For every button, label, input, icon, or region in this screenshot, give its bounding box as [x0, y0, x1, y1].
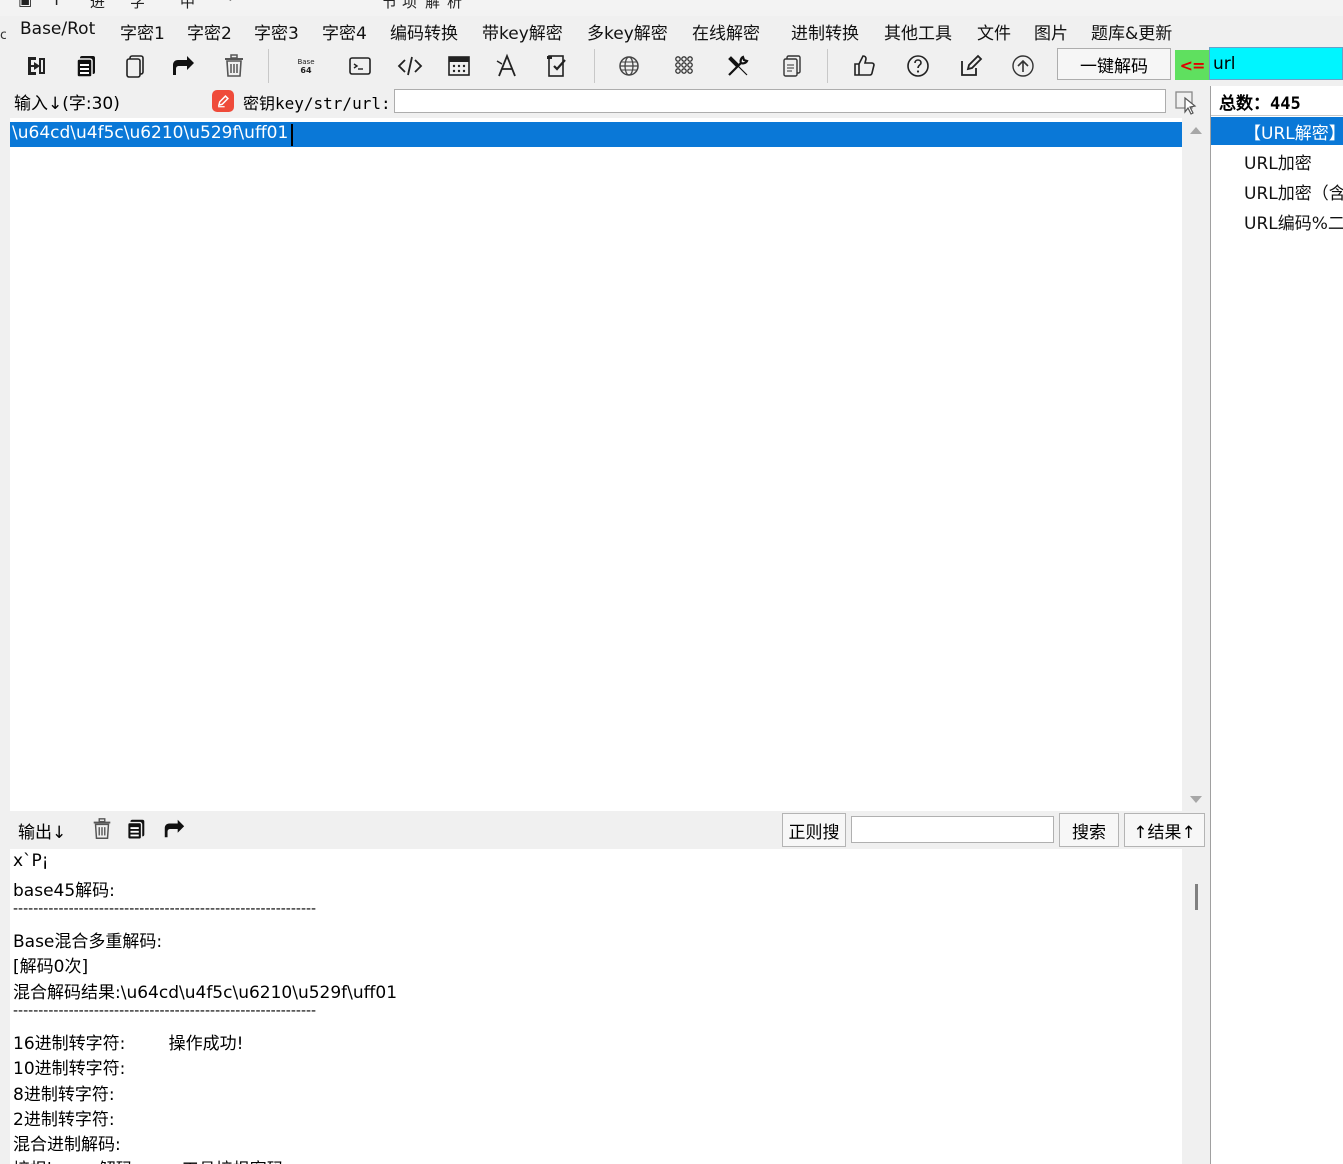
thumbs-up-icon[interactable] [849, 51, 879, 81]
one-click-decode-button[interactable]: 一键解码 [1057, 48, 1171, 80]
output-line: 培根bacon解码: 工具培根密码 [13, 1155, 284, 1164]
font-icon[interactable] [492, 51, 522, 81]
menu-cipher3[interactable]: 字密3 [254, 19, 299, 44]
menu-encoding[interactable]: 编码转换 [390, 19, 458, 44]
list-item-url-decrypt[interactable]: 【URL解密】 [1244, 119, 1343, 144]
output-line: Base混合多重解码: [13, 932, 163, 952]
output-line: x`P¡ [13, 851, 49, 871]
window-title-fragment: · [228, 0, 233, 9]
input-textarea[interactable] [10, 118, 1182, 811]
output-line: 混合解码结果:\u64cd\u4f5c\u6210\u529f\uff01 [13, 983, 398, 1003]
pointer-select-icon[interactable] [1174, 88, 1200, 116]
menu-file[interactable]: 文件 [977, 19, 1011, 44]
menu-online-decrypt[interactable]: 在线解密 [692, 19, 760, 44]
svg-text:64: 64 [300, 66, 312, 75]
key-label: 密钥key/str/url: [243, 94, 391, 113]
output-textarea[interactable]: x`P¡ base45解码: -------------------------… [10, 849, 1182, 1164]
key-icon[interactable] [212, 90, 234, 112]
output-line: base45解码: [13, 881, 115, 901]
scroll-down-arrow-icon[interactable] [1190, 796, 1202, 803]
globe-icon[interactable] [614, 51, 644, 81]
app-logo-icon: ▣ [18, 0, 33, 9]
output-divider: ----------------------------------------… [13, 1003, 317, 1019]
input-scrollbar[interactable] [1182, 118, 1210, 811]
menu-bar: Base/Rot 字密1 字密2 字密3 字密4 编码转换 带key解密 多ke… [12, 16, 1212, 46]
edit-icon[interactable] [956, 51, 986, 81]
calculator-icon[interactable] [444, 51, 474, 81]
method-list-panel: 总数：445 【URL解密】 URL加密 URL加密（含 URL编码%二 [1210, 86, 1343, 1164]
window-title-fragment: 解 [425, 0, 441, 11]
delete-icon[interactable] [219, 51, 249, 81]
toolbar-separator [594, 49, 595, 83]
output-share-icon[interactable] [161, 817, 187, 841]
search-button[interactable]: 搜索 [1059, 813, 1119, 847]
text-caret [291, 124, 293, 146]
window-title-bar: ▣ Ý 进 字 中 · 节 坝 解 析 [0, 0, 1343, 16]
menu-other-tools[interactable]: 其他工具 [884, 19, 952, 44]
window-title-fragment: 坝 [402, 0, 418, 11]
menu-library-update[interactable]: 题库&更新 [1091, 19, 1172, 44]
toolbar-separator [827, 49, 828, 83]
window-title-fragment: 中 [180, 0, 196, 11]
window-title-fragment: 字 [130, 0, 146, 11]
search-input[interactable] [851, 816, 1054, 843]
output-line: [解码0次] [13, 957, 89, 977]
output-label: 输出↓ [18, 823, 67, 843]
grid-icon[interactable] [669, 51, 699, 81]
list-item-url-encrypt[interactable]: URL加密 [1244, 149, 1312, 174]
base64-icon[interactable]: Base 64 [291, 51, 321, 81]
list-item-url-encode[interactable]: URL编码%二 [1244, 209, 1343, 234]
window-title-fragment: 进 [90, 0, 106, 11]
copy-icon[interactable] [71, 51, 101, 81]
menu-cipher2[interactable]: 字密2 [187, 19, 232, 44]
input-label: 输入↓(字:30) [14, 94, 120, 114]
window-edge: c [0, 28, 6, 42]
list-divider [1211, 115, 1343, 116]
output-line: 混合进制解码: [13, 1135, 121, 1155]
paste-icon[interactable] [120, 51, 150, 81]
checklist-icon[interactable] [543, 51, 573, 81]
menu-image[interactable]: 图片 [1034, 19, 1068, 44]
output-line: 10进制转字符: [13, 1059, 126, 1079]
document-icon[interactable] [777, 51, 807, 81]
window-title-fragment: Ý [52, 0, 62, 9]
share-icon[interactable] [168, 51, 198, 81]
output-delete-icon[interactable] [90, 817, 114, 841]
output-copy-icon[interactable] [124, 817, 148, 841]
import-icon[interactable] [21, 51, 51, 81]
jump-to-result-button[interactable]: ↑结果↑ [1124, 813, 1205, 847]
scroll-up-arrow-icon[interactable] [1190, 127, 1202, 134]
menu-multikey-decrypt[interactable]: 多key解密 [587, 19, 668, 44]
total-count-label: 总数：445 [1219, 94, 1301, 114]
window-title-fragment: 节 [382, 0, 398, 11]
list-item-url-encrypt-full[interactable]: URL加密（含 [1244, 179, 1343, 204]
key-input[interactable] [394, 89, 1166, 113]
output-line: 2进制转字符: [13, 1110, 115, 1130]
svg-text:Base: Base [297, 58, 314, 66]
regex-search-button[interactable]: 正则搜 [782, 813, 846, 847]
menu-cipher4[interactable]: 字密4 [322, 19, 367, 44]
menu-base-rot[interactable]: Base/Rot [20, 19, 95, 39]
method-filter-input[interactable] [1209, 47, 1343, 80]
menu-key-decrypt[interactable]: 带key解密 [482, 19, 563, 44]
toolbar-separator [268, 49, 269, 83]
output-scrollbar-thumb[interactable] [1195, 884, 1198, 910]
upload-icon[interactable] [1008, 51, 1038, 81]
output-line: 8进制转字符: [13, 1085, 115, 1105]
code-icon[interactable] [395, 51, 425, 81]
menu-cipher1[interactable]: 字密1 [120, 19, 165, 44]
window-title-fragment: 析 [447, 0, 463, 11]
toolbar: Base 64 一键解码 <= [0, 46, 1343, 86]
input-text[interactable]: \u64cd\u4f5c\u6210\u529f\uff01 [12, 123, 288, 143]
output-line: 16进制转字符: 操作成功! [13, 1034, 244, 1054]
output-divider: ----------------------------------------… [13, 901, 317, 917]
terminal-icon[interactable] [345, 51, 375, 81]
menu-base-convert[interactable]: 进制转换 [791, 19, 859, 44]
arrow-indicator: <= [1175, 50, 1209, 80]
tools-icon[interactable] [723, 51, 753, 81]
help-icon[interactable] [903, 51, 933, 81]
